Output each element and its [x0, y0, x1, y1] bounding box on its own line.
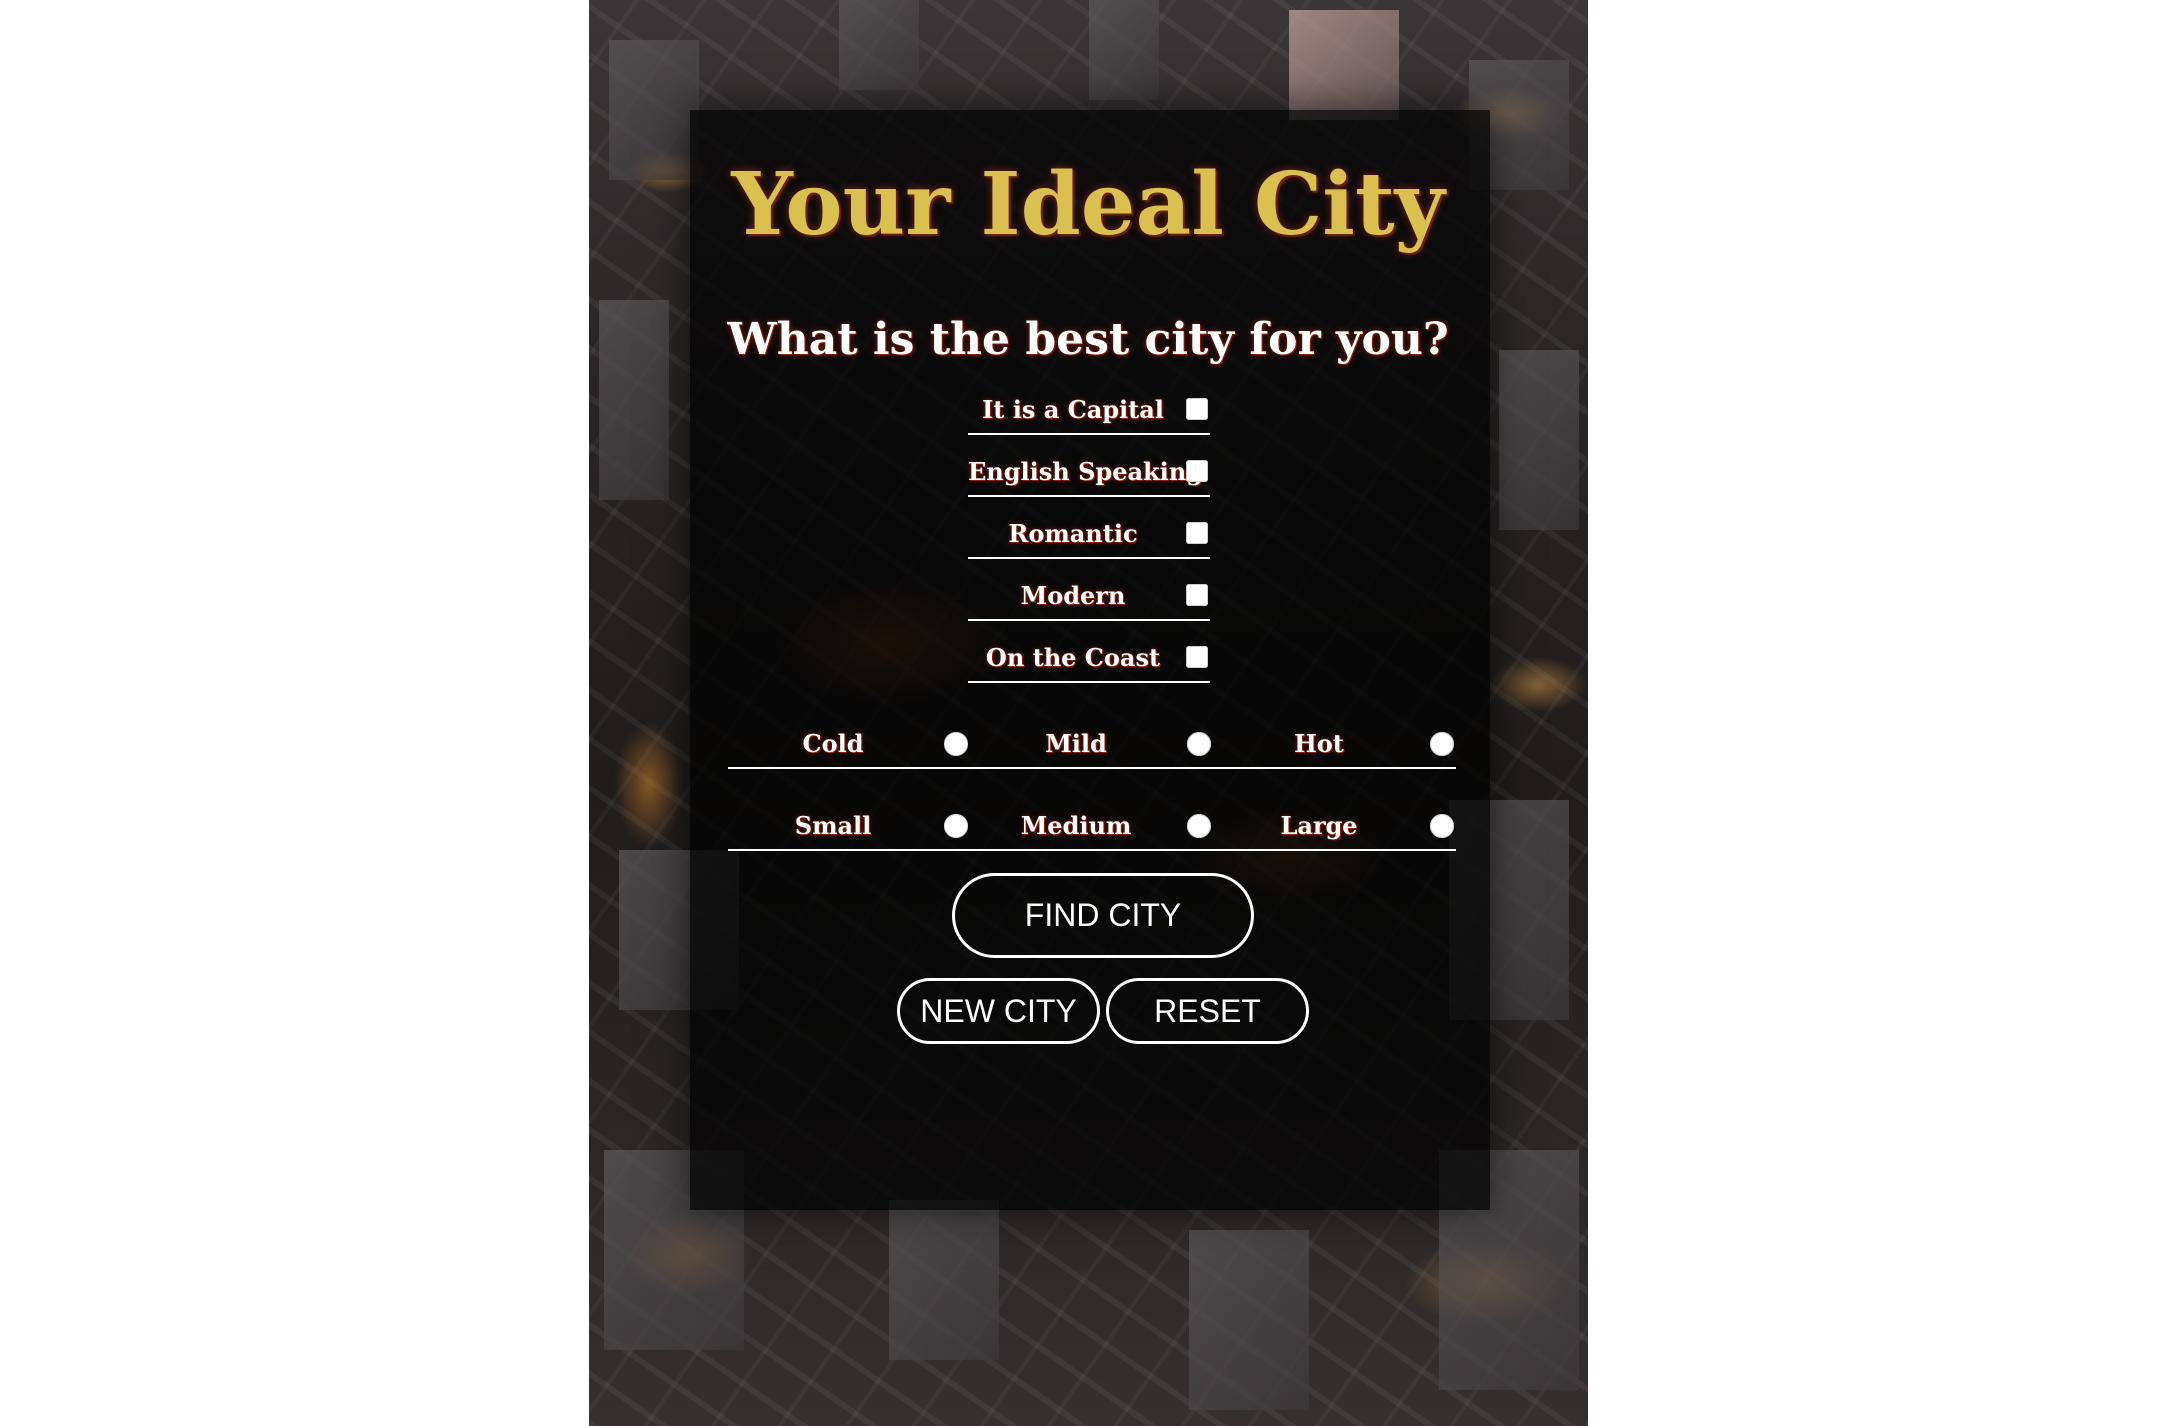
climate-option-cold[interactable]: Cold — [728, 721, 970, 769]
option-label: Cold — [802, 729, 864, 758]
option-label: Large — [1280, 811, 1358, 840]
option-modern[interactable]: Modern — [968, 573, 1210, 621]
hot-radio[interactable] — [1430, 732, 1454, 756]
climate-option-hot[interactable]: Hot — [1214, 721, 1456, 769]
option-label: Mild — [1045, 729, 1107, 758]
page-title: Your Ideal City — [731, 154, 1445, 255]
option-label: Modern — [1020, 581, 1126, 610]
page: Your Ideal City What is the best city fo… — [0, 0, 2176, 1426]
option-english-speaking[interactable]: English Speaking — [968, 449, 1210, 497]
medium-radio[interactable] — [1187, 814, 1211, 838]
coast-checkbox[interactable] — [1186, 646, 1208, 668]
new-city-button[interactable]: NEW CITY — [897, 978, 1100, 1044]
option-label: On the Coast — [985, 643, 1161, 672]
option-label: It is a Capital — [982, 395, 1164, 424]
size-radio-group: Small Medium Large — [728, 803, 1456, 851]
modern-checkbox[interactable] — [1186, 584, 1208, 606]
large-radio[interactable] — [1430, 814, 1454, 838]
option-label: Small — [794, 811, 872, 840]
option-label: Medium — [1020, 811, 1132, 840]
reset-button[interactable]: RESET — [1106, 978, 1309, 1044]
option-label: Romantic — [1008, 519, 1138, 548]
climate-radio-group: Cold Mild Hot — [728, 721, 1456, 769]
capital-checkbox[interactable] — [1186, 398, 1208, 420]
option-romantic[interactable]: Romantic — [968, 511, 1210, 559]
mild-radio[interactable] — [1187, 732, 1211, 756]
climate-option-mild[interactable]: Mild — [971, 721, 1213, 769]
small-radio[interactable] — [944, 814, 968, 838]
size-option-medium[interactable]: Medium — [971, 803, 1213, 851]
option-label: Hot — [1294, 729, 1344, 758]
romantic-checkbox[interactable] — [1186, 522, 1208, 544]
find-city-button[interactable]: FIND CITY — [952, 873, 1254, 958]
option-label: English Speaking — [968, 457, 1203, 486]
english-speaking-checkbox[interactable] — [1186, 460, 1208, 482]
cold-radio[interactable] — [944, 732, 968, 756]
size-option-large[interactable]: Large — [1214, 803, 1456, 851]
option-on-the-coast[interactable]: On the Coast — [968, 635, 1210, 683]
page-subtitle: What is the best city for you? — [727, 314, 1449, 365]
size-option-small[interactable]: Small — [728, 803, 970, 851]
option-capital[interactable]: It is a Capital — [968, 387, 1210, 435]
